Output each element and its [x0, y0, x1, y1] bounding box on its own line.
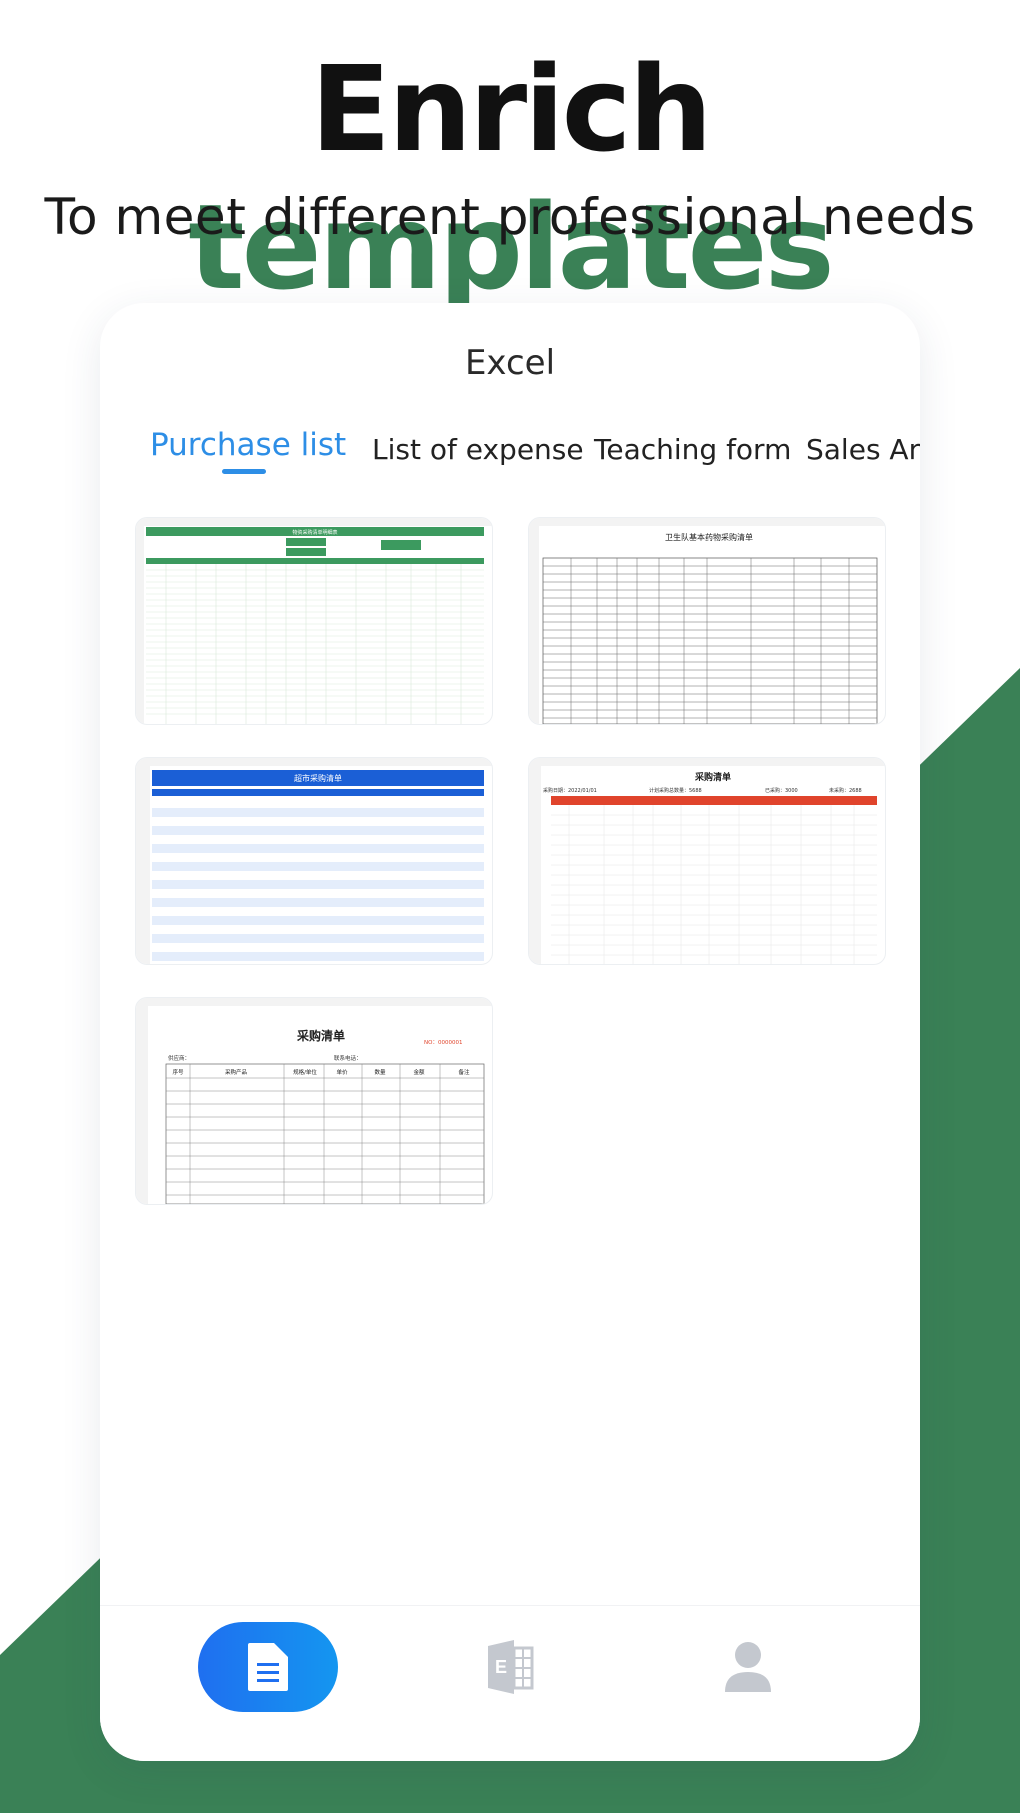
active-tab-indicator	[222, 469, 266, 474]
category-tabs: Purchase list List of expense Teaching f…	[100, 423, 920, 483]
template-4-info-2: 计划采购总数量：5688	[649, 787, 702, 794]
template-4-info-3: 已采购：3000	[765, 787, 798, 794]
nav-excel-button[interactable]: E	[470, 1624, 550, 1710]
template-card-2[interactable]: 卫生队基本药物采购清单	[528, 517, 886, 725]
template-card-5[interactable]: 采购清单 NO：0000001 供应商： 联系电话： 序号 采购产品 规格/单位…	[135, 997, 493, 1205]
template-card-1[interactable]: 物资采购清单明细表	[135, 517, 493, 725]
template-2-title: 卫生队基本药物采购清单	[665, 532, 753, 542]
template-5-phone: 联系电话：	[334, 1054, 362, 1062]
template-preview-1: 物资采购清单明细表	[136, 518, 492, 724]
template-preview-3: 超市采购清单	[136, 758, 492, 964]
tab-list-of-expense[interactable]: List of expense	[372, 433, 584, 466]
template-5-col-7: 备注	[458, 1068, 470, 1076]
template-preview-4: 采购清单 采购日期：2022/01/01 计划采购总数量：5688 已采购：30…	[529, 758, 885, 964]
template-5-col-4: 单价	[336, 1068, 348, 1076]
excel-icon: E	[488, 1640, 534, 1694]
nav-documents-button[interactable]	[198, 1622, 338, 1712]
template-5-col-1: 序号	[172, 1068, 184, 1076]
template-4-title: 采购清单	[694, 771, 731, 783]
user-icon	[725, 1642, 771, 1692]
tab-sales-analysis[interactable]: Sales Ana	[806, 433, 920, 466]
template-card-4[interactable]: 采购清单 采购日期：2022/01/01 计划采购总数量：5688 已采购：30…	[528, 757, 886, 965]
subheadline: To meet different professional needs	[44, 188, 976, 246]
template-5-title: 采购清单	[296, 1028, 345, 1043]
phone-frame: Excel Purchase list List of expense Teac…	[100, 303, 920, 1761]
tab-purchase-list[interactable]: Purchase list	[150, 427, 346, 463]
bottom-navigation: E	[100, 1605, 920, 1761]
headline-word-1: Enrich	[310, 40, 712, 178]
template-5-supplier: 供应商：	[168, 1054, 190, 1062]
document-icon	[248, 1643, 288, 1691]
template-3-title: 超市采购清单	[294, 773, 342, 783]
template-card-3[interactable]: 超市采购清单	[135, 757, 493, 965]
template-4-info-1: 采购日期：2022/01/01	[543, 787, 597, 794]
template-5-col-2: 采购产品	[225, 1068, 248, 1076]
template-5-number: NO：0000001	[424, 1040, 462, 1046]
template-1-title: 物资采购清单明细表	[292, 529, 337, 536]
template-5-col-3: 规格/单位	[293, 1068, 317, 1076]
template-5-col-6: 金额	[413, 1068, 425, 1076]
svg-text:E: E	[495, 1657, 507, 1677]
app-title: Excel	[464, 343, 556, 383]
template-preview-2: 卫生队基本药物采购清单	[529, 518, 885, 724]
template-5-col-5: 数量	[374, 1068, 386, 1076]
tab-teaching-form[interactable]: Teaching form	[594, 433, 791, 466]
template-4-info-4: 未采购：2688	[829, 787, 862, 794]
nav-profile-button[interactable]	[708, 1624, 788, 1710]
headline: Enrich templates	[0, 40, 1020, 316]
template-preview-5: 采购清单 NO：0000001 供应商： 联系电话： 序号 采购产品 规格/单位…	[136, 998, 492, 1204]
